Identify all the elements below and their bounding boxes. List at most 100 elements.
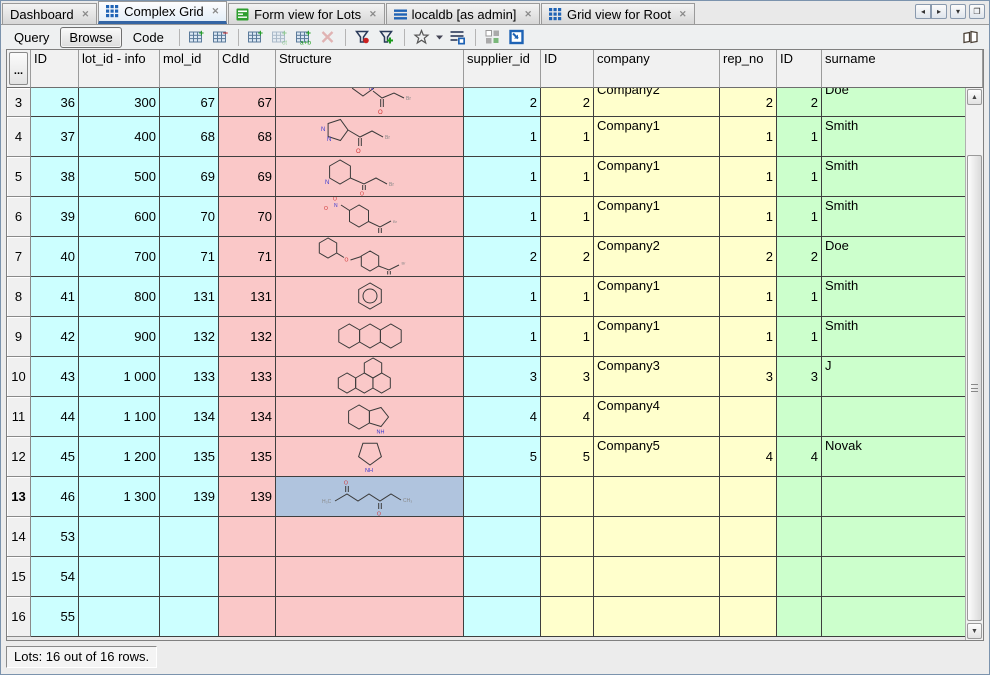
- cell-id[interactable]: 38: [31, 157, 79, 197]
- column-header-lot[interactable]: lot_id - info: [79, 50, 160, 88]
- cell-company[interactable]: Company1: [594, 277, 720, 317]
- cell-cdid[interactable]: 69: [219, 157, 276, 197]
- cell-id[interactable]: 40: [31, 237, 79, 277]
- cell-lot[interactable]: 700: [79, 237, 160, 277]
- cell-surname[interactable]: [822, 477, 983, 517]
- cell-id[interactable]: 39: [31, 197, 79, 237]
- cell-lot[interactable]: 1 200: [79, 437, 160, 477]
- row-header[interactable]: 13: [7, 477, 31, 517]
- cell-company[interactable]: Company4: [594, 397, 720, 437]
- tab-scroll-left-button[interactable]: ◂: [915, 4, 931, 19]
- cell-id3[interactable]: [777, 477, 822, 517]
- column-header-rep_no[interactable]: rep_no: [720, 50, 777, 88]
- cell-structure[interactable]: [276, 357, 464, 397]
- cell-id2[interactable]: 1: [541, 157, 594, 197]
- cell-rep_no[interactable]: 2: [720, 237, 777, 277]
- cell-rep_no[interactable]: 1: [720, 277, 777, 317]
- cell-surname[interactable]: Smith: [822, 277, 983, 317]
- row-header[interactable]: 5: [7, 157, 31, 197]
- table-add-row-icon[interactable]: +: [186, 27, 208, 48]
- cell-cdid[interactable]: 131: [219, 277, 276, 317]
- dropdown-caret-icon[interactable]: [435, 27, 445, 48]
- cell-id[interactable]: 46: [31, 477, 79, 517]
- cell-id2[interactable]: 2: [541, 88, 594, 117]
- cell-supplier[interactable]: 1: [464, 277, 541, 317]
- cell-id3[interactable]: 1: [777, 197, 822, 237]
- table-delete-row-icon[interactable]: −: [210, 27, 232, 48]
- cell-mol[interactable]: 133: [160, 357, 219, 397]
- cell-id2[interactable]: 2: [541, 237, 594, 277]
- table-insert-ab-icon[interactable]: +a+b: [293, 27, 315, 48]
- cell-lot[interactable]: [79, 557, 160, 597]
- cell-company[interactable]: Company2: [594, 237, 720, 277]
- cell-id2[interactable]: 3: [541, 357, 594, 397]
- open-grid-icon[interactable]: [506, 27, 528, 48]
- cell-surname[interactable]: Doe: [822, 88, 983, 117]
- row-header[interactable]: 7: [7, 237, 31, 277]
- cell-rep_no[interactable]: 4: [720, 437, 777, 477]
- cell-lot[interactable]: 300: [79, 88, 160, 117]
- cell-rep_no[interactable]: 1: [720, 197, 777, 237]
- cell-mol[interactable]: [160, 597, 219, 637]
- cell-lot[interactable]: 800: [79, 277, 160, 317]
- cell-id[interactable]: 41: [31, 277, 79, 317]
- cell-supplier[interactable]: [464, 597, 541, 637]
- cell-structure[interactable]: NH: [276, 397, 464, 437]
- tab-dashboard[interactable]: Dashboard✕: [2, 3, 97, 24]
- cell-company[interactable]: Company1: [594, 157, 720, 197]
- cell-id[interactable]: 45: [31, 437, 79, 477]
- code-mode-button[interactable]: Code: [124, 27, 173, 48]
- cell-id3[interactable]: 2: [777, 88, 822, 117]
- cell-rep_no[interactable]: 1: [720, 317, 777, 357]
- cell-id3[interactable]: 1: [777, 117, 822, 157]
- cell-supplier[interactable]: 1: [464, 117, 541, 157]
- cell-structure[interactable]: [276, 317, 464, 357]
- tab-complex-grid[interactable]: Complex Grid✕: [98, 1, 227, 24]
- row-header[interactable]: 10: [7, 357, 31, 397]
- cell-cdid[interactable]: 133: [219, 357, 276, 397]
- cell-id2[interactable]: 1: [541, 197, 594, 237]
- column-header-company[interactable]: company: [594, 50, 720, 88]
- column-header-id2[interactable]: ID: [541, 50, 594, 88]
- cell-supplier[interactable]: 5: [464, 437, 541, 477]
- cell-structure[interactable]: [276, 597, 464, 637]
- cell-company[interactable]: [594, 597, 720, 637]
- cell-cdid[interactable]: [219, 517, 276, 557]
- cell-company[interactable]: Company1: [594, 117, 720, 157]
- browse-mode-button[interactable]: Browse: [60, 27, 121, 48]
- column-header-mol[interactable]: mol_id: [160, 50, 219, 88]
- cell-surname[interactable]: [822, 597, 983, 637]
- row-header[interactable]: 4: [7, 117, 31, 157]
- cell-cdid[interactable]: 135: [219, 437, 276, 477]
- scroll-down-button[interactable]: ▼: [967, 623, 982, 639]
- scrollbar-thumb[interactable]: [967, 155, 982, 621]
- cell-lot[interactable]: [79, 597, 160, 637]
- cell-id2[interactable]: 4: [541, 397, 594, 437]
- cell-cdid[interactable]: 71: [219, 237, 276, 277]
- cell-id2[interactable]: [541, 477, 594, 517]
- tab-menu-button[interactable]: ▾: [950, 4, 966, 19]
- cell-structure[interactable]: [276, 517, 464, 557]
- cell-id2[interactable]: [541, 557, 594, 597]
- cell-id2[interactable]: [541, 597, 594, 637]
- cell-company[interactable]: [594, 557, 720, 597]
- cell-structure[interactable]: OBr: [276, 237, 464, 277]
- cell-cdid[interactable]: 134: [219, 397, 276, 437]
- cell-mol[interactable]: [160, 557, 219, 597]
- close-tab-icon[interactable]: ✕: [82, 9, 90, 20]
- cell-cdid[interactable]: 132: [219, 317, 276, 357]
- cell-rep_no[interactable]: [720, 477, 777, 517]
- cell-mol[interactable]: 70: [160, 197, 219, 237]
- cell-mol[interactable]: 69: [160, 157, 219, 197]
- close-tab-icon[interactable]: ✕: [679, 9, 687, 20]
- cell-id2[interactable]: 1: [541, 317, 594, 357]
- row-header[interactable]: 9: [7, 317, 31, 357]
- cell-id2[interactable]: [541, 517, 594, 557]
- cell-supplier[interactable]: 2: [464, 88, 541, 117]
- cell-id3[interactable]: 3: [777, 357, 822, 397]
- cell-id[interactable]: 36: [31, 88, 79, 117]
- cell-company[interactable]: Company1: [594, 197, 720, 237]
- cell-id[interactable]: 42: [31, 317, 79, 357]
- cell-mol[interactable]: 67: [160, 88, 219, 117]
- cell-mol[interactable]: 131: [160, 277, 219, 317]
